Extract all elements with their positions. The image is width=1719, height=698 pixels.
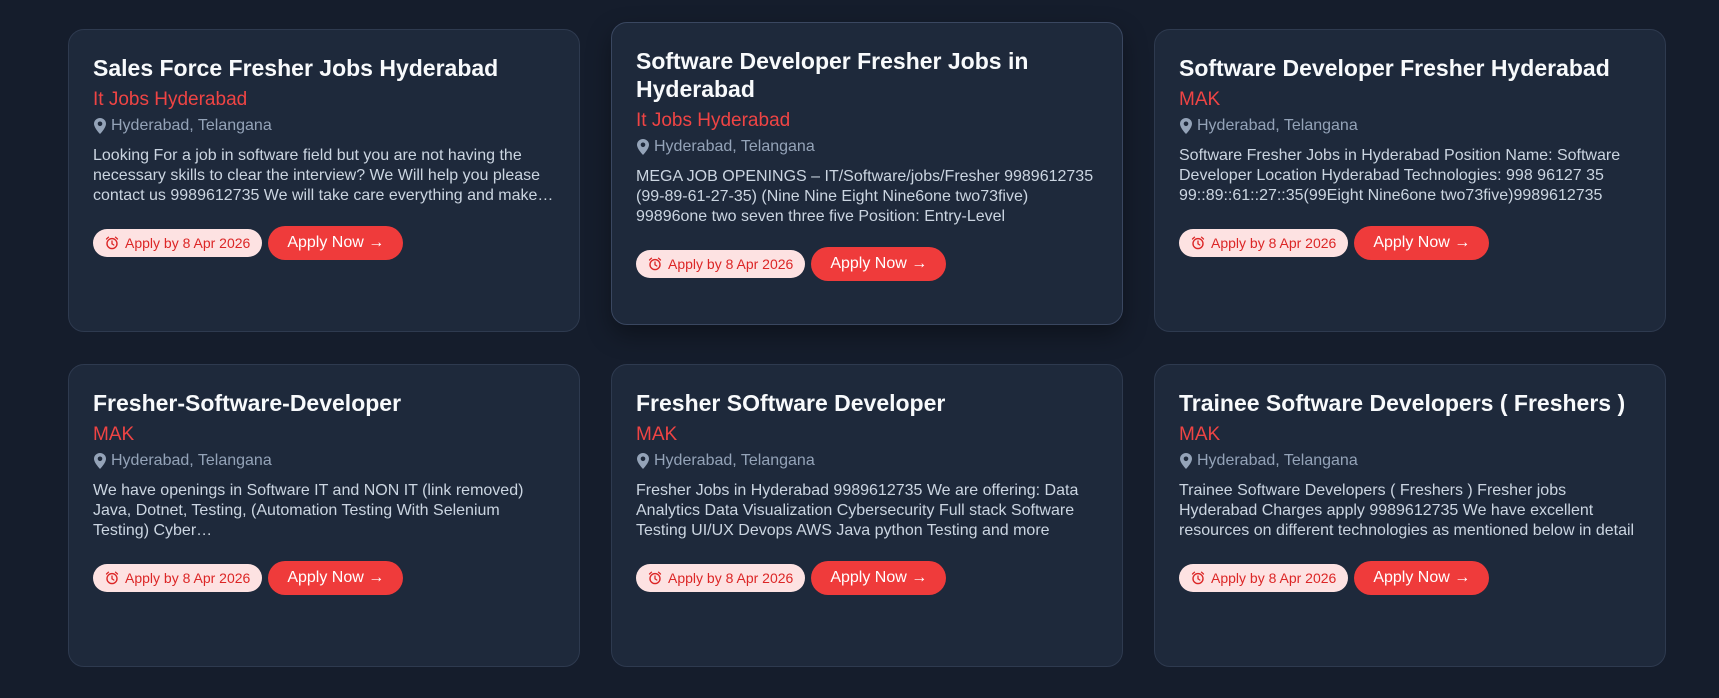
location-text: Hyderabad, Telangana	[111, 117, 272, 134]
location-pin-icon	[1180, 118, 1192, 134]
job-card[interactable]: Fresher-Software-Developer MAK Hyderabad…	[68, 364, 580, 667]
location-text: Hyderabad, Telangana	[111, 452, 272, 469]
job-card[interactable]: Trainee Software Developers ( Freshers )…	[1154, 364, 1666, 667]
job-description: Software Fresher Jobs in Hyderabad Posit…	[1179, 147, 1621, 204]
job-card-grid: Sales Force Fresher Jobs Hyderabad It Jo…	[0, 0, 1719, 698]
deadline-text: Apply by 8 Apr 2026	[125, 235, 251, 251]
apply-now-button[interactable]: Apply Now →	[1354, 226, 1490, 260]
alarm-clock-icon	[1191, 571, 1205, 585]
job-location: Hyderabad, Telangana	[1179, 451, 1641, 471]
deadline-badge: Apply by 8 Apr 2026	[636, 564, 806, 592]
job-location: Hyderabad, Telangana	[93, 116, 555, 136]
location-text: Hyderabad, Telangana	[1197, 117, 1358, 134]
card-actions: Apply by 8 Apr 2026 Apply Now →	[1179, 226, 1641, 260]
company-name: MAK	[1179, 89, 1221, 110]
alarm-clock-icon	[648, 257, 662, 271]
card-actions: Apply by 8 Apr 2026 Apply Now →	[636, 247, 1098, 281]
company-name: MAK	[636, 424, 678, 445]
card-actions: Apply by 8 Apr 2026 Apply Now →	[636, 561, 1098, 595]
company-name: MAK	[93, 424, 135, 445]
job-description: We have openings in Software IT and NON …	[93, 482, 524, 539]
deadline-text: Apply by 8 Apr 2026	[1211, 235, 1337, 251]
card-actions: Apply by 8 Apr 2026 Apply Now →	[1179, 561, 1641, 595]
job-description: Fresher Jobs in Hyderabad 9989612735 We …	[636, 482, 1079, 539]
job-location: Hyderabad, Telangana	[93, 451, 555, 471]
location-pin-icon	[94, 453, 106, 469]
job-title[interactable]: Software Developer Fresher Jobs in Hyder…	[636, 47, 1098, 103]
alarm-clock-icon	[1191, 236, 1205, 250]
apply-now-button[interactable]: Apply Now →	[1354, 561, 1490, 595]
deadline-badge: Apply by 8 Apr 2026	[93, 564, 263, 592]
apply-now-button[interactable]: Apply Now →	[268, 561, 404, 595]
location-pin-icon	[1180, 453, 1192, 469]
job-title[interactable]: Software Developer Fresher Hyderabad	[1179, 54, 1641, 82]
deadline-badge: Apply by 8 Apr 2026	[1179, 229, 1349, 257]
location-pin-icon	[637, 139, 649, 155]
alarm-clock-icon	[105, 571, 119, 585]
deadline-text: Apply by 8 Apr 2026	[1211, 570, 1337, 586]
job-title[interactable]: Fresher SOftware Developer	[636, 389, 1098, 417]
job-description: Trainee Software Developers ( Freshers )…	[1179, 482, 1635, 539]
location-text: Hyderabad, Telangana	[654, 452, 815, 469]
job-description: Looking For a job in software field but …	[93, 147, 541, 204]
company-name: It Jobs Hyderabad	[93, 89, 248, 110]
deadline-badge: Apply by 8 Apr 2026	[1179, 564, 1349, 592]
deadline-text: Apply by 8 Apr 2026	[668, 570, 794, 586]
deadline-text: Apply by 8 Apr 2026	[668, 256, 794, 272]
location-text: Hyderabad, Telangana	[654, 138, 815, 155]
card-actions: Apply by 8 Apr 2026 Apply Now →	[93, 226, 555, 260]
job-card[interactable]: Sales Force Fresher Jobs Hyderabad It Jo…	[68, 29, 580, 332]
job-location: Hyderabad, Telangana	[636, 451, 1098, 471]
location-pin-icon	[637, 453, 649, 469]
job-title[interactable]: Fresher-Software-Developer	[93, 389, 555, 417]
apply-now-button[interactable]: Apply Now →	[811, 561, 947, 595]
job-description: MEGA JOB OPENINGS – IT/Software/jobs/Fre…	[636, 168, 1094, 225]
job-location: Hyderabad, Telangana	[636, 137, 1098, 157]
deadline-badge: Apply by 8 Apr 2026	[93, 229, 263, 257]
job-location: Hyderabad, Telangana	[1179, 116, 1641, 136]
location-pin-icon	[94, 118, 106, 134]
location-text: Hyderabad, Telangana	[1197, 452, 1358, 469]
alarm-clock-icon	[648, 571, 662, 585]
job-title[interactable]: Trainee Software Developers ( Freshers )	[1179, 389, 1641, 417]
apply-now-button[interactable]: Apply Now →	[811, 247, 947, 281]
job-title[interactable]: Sales Force Fresher Jobs Hyderabad	[93, 54, 555, 82]
deadline-badge: Apply by 8 Apr 2026	[636, 250, 806, 278]
card-actions: Apply by 8 Apr 2026 Apply Now →	[93, 561, 555, 595]
alarm-clock-icon	[105, 236, 119, 250]
deadline-text: Apply by 8 Apr 2026	[125, 570, 251, 586]
job-card[interactable]: Software Developer Fresher Jobs in Hyder…	[611, 22, 1123, 325]
company-name: MAK	[1179, 424, 1221, 445]
job-card[interactable]: Fresher SOftware Developer MAK Hyderabad…	[611, 364, 1123, 667]
job-card[interactable]: Software Developer Fresher Hyderabad MAK…	[1154, 29, 1666, 332]
company-name: It Jobs Hyderabad	[636, 110, 791, 131]
apply-now-button[interactable]: Apply Now →	[268, 226, 404, 260]
